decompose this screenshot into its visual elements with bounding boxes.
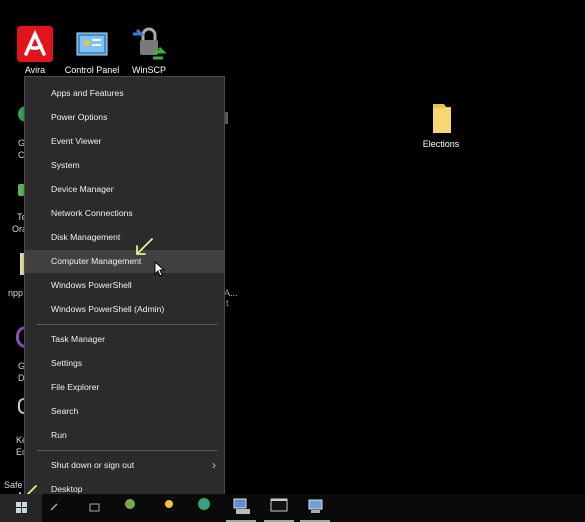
menu-item-run[interactable]: Run bbox=[25, 424, 224, 447]
menu-item-event-viewer[interactable]: Event Viewer bbox=[25, 130, 224, 153]
menu-item-label: Disk Management bbox=[51, 232, 121, 242]
menu-item-disk-management[interactable]: Disk Management bbox=[25, 226, 224, 249]
menu-item-device-manager[interactable]: Device Manager bbox=[25, 178, 224, 201]
mouse-cursor-icon bbox=[154, 260, 166, 282]
winscp-label: WinSCP bbox=[131, 65, 166, 75]
menu-item-label: Windows PowerShell (Admin) bbox=[51, 304, 165, 314]
menu-item-label: Event Viewer bbox=[51, 136, 102, 146]
taskbar bbox=[0, 494, 585, 522]
taskbar-search-icon[interactable] bbox=[48, 494, 62, 522]
windows-logo-icon bbox=[16, 502, 27, 513]
menu-item-label: Desktop bbox=[51, 484, 83, 494]
folder-icon bbox=[423, 100, 459, 136]
annotation-arrow-icon bbox=[134, 237, 154, 262]
taskbar-app-icon[interactable] bbox=[122, 494, 138, 522]
taskbar-cmd-icon[interactable] bbox=[264, 494, 294, 522]
menu-item-label: Shut down or sign out bbox=[51, 460, 135, 470]
menu-item-label: Power Options bbox=[51, 112, 108, 122]
menu-item-settings[interactable]: Settings bbox=[25, 352, 224, 375]
menu-item-label: Device Manager bbox=[51, 184, 114, 194]
elections-label: Elections bbox=[422, 139, 460, 149]
menu-item-label: Network Connections bbox=[51, 208, 133, 218]
partial-label: npp bbox=[8, 288, 24, 298]
menu-item-apps-and-features[interactable]: Apps and Features bbox=[25, 82, 224, 105]
menu-item-computer-management[interactable]: Computer Management bbox=[25, 250, 224, 273]
menu-item-system[interactable]: System bbox=[25, 154, 224, 177]
partial-label-right: A... bbox=[224, 288, 238, 298]
menu-item-label: Run bbox=[51, 430, 67, 440]
taskbar-chrome-icon[interactable] bbox=[196, 494, 212, 522]
menu-item-label: Task Manager bbox=[51, 334, 105, 344]
menu-item-search[interactable]: Search bbox=[25, 400, 224, 423]
menu-item-label: Computer Management bbox=[51, 256, 142, 266]
taskbar-app-icon[interactable] bbox=[162, 494, 176, 522]
winscp-shortcut[interactable]: WinSCP bbox=[114, 26, 184, 75]
menu-item-power-options[interactable]: Power Options bbox=[25, 106, 224, 129]
avira-icon bbox=[17, 26, 53, 62]
menu-item-file-explorer[interactable]: File Explorer bbox=[25, 376, 224, 399]
partial-icon-right bbox=[225, 112, 228, 124]
menu-separator bbox=[37, 324, 217, 325]
power-user-menu: Apps and Features Power Options Event Vi… bbox=[24, 76, 225, 503]
menu-item-network-connections[interactable]: Network Connections bbox=[25, 202, 224, 225]
control-panel-icon bbox=[74, 26, 110, 62]
menu-item-label: File Explorer bbox=[51, 382, 100, 392]
menu-item-task-manager[interactable]: Task Manager bbox=[25, 328, 224, 351]
menu-item-label: Settings bbox=[51, 358, 83, 368]
winscp-icon bbox=[131, 26, 167, 62]
taskbar-computer-icon[interactable] bbox=[300, 494, 330, 522]
taskbar-task-view-icon[interactable] bbox=[88, 494, 102, 522]
menu-item-label: Apps and Features bbox=[51, 88, 124, 98]
elections-folder[interactable]: Elections bbox=[406, 100, 476, 149]
menu-item-label: System bbox=[51, 160, 80, 170]
menu-item-label: Windows PowerShell bbox=[51, 280, 132, 290]
menu-item-windows-powershell-admin[interactable]: Windows PowerShell (Admin) bbox=[25, 298, 224, 321]
menu-item-shut-down-or-sign-out[interactable]: Shut down or sign out › bbox=[25, 454, 224, 477]
taskbar-network-icon[interactable] bbox=[226, 494, 256, 522]
start-button[interactable] bbox=[0, 494, 42, 522]
partial-label-right: t bbox=[226, 298, 229, 308]
chevron-right-icon: › bbox=[212, 458, 216, 472]
menu-separator bbox=[37, 450, 217, 451]
menu-item-label: Search bbox=[51, 406, 79, 416]
menu-item-windows-powershell[interactable]: Windows PowerShell bbox=[25, 274, 224, 297]
